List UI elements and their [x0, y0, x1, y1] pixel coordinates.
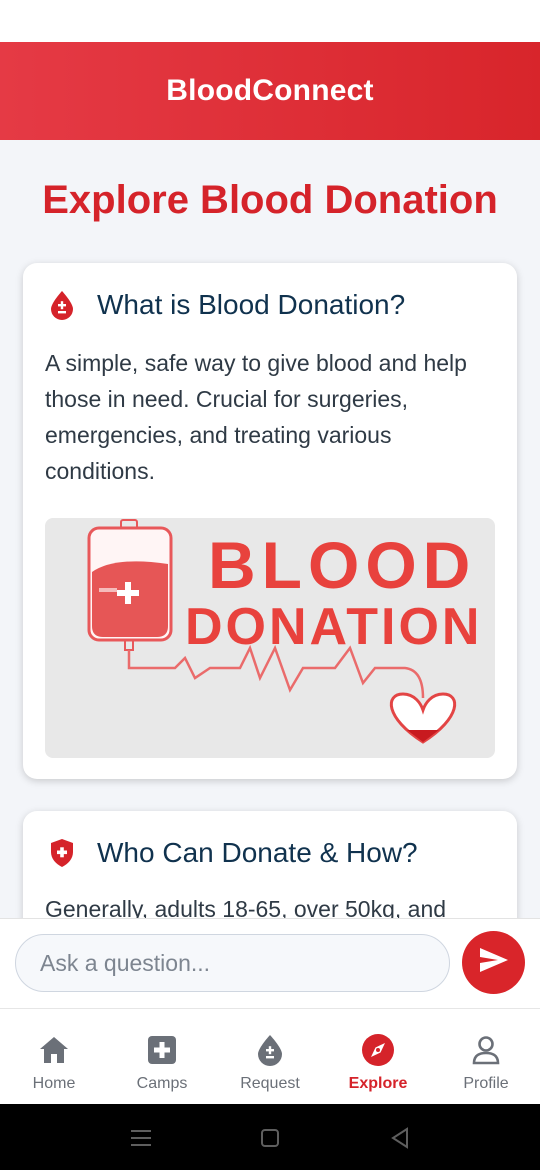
bottom-nav: Home Camps Request Explore Profile [0, 1008, 540, 1104]
card-title: What is Blood Donation? [97, 289, 406, 320]
nav-label: Explore [348, 1075, 408, 1092]
nav-label: Home [32, 1075, 76, 1092]
back-icon[interactable] [388, 1126, 412, 1150]
info-card-what-is: What is Blood Donation? A simple, safe w… [23, 263, 517, 779]
nav-item-home[interactable]: Home [0, 1009, 108, 1105]
illustration-text-blood: BLOOD [208, 528, 476, 602]
send-icon [478, 946, 510, 979]
compass-icon [361, 1033, 395, 1067]
blood-drop-icon [253, 1033, 287, 1067]
plus-square-icon [145, 1033, 179, 1067]
app-header: BloodConnect [0, 42, 540, 140]
card-text: A simple, safe way to give blood and hel… [45, 350, 467, 484]
nav-item-request[interactable]: Request [216, 1009, 324, 1105]
info-card-who-can-donate: Who Can Donate & How? Generally, adults … [23, 811, 517, 918]
question-input[interactable] [15, 934, 450, 992]
send-button[interactable] [462, 931, 525, 994]
nav-label: Request [240, 1075, 300, 1092]
illustration-text-donation: DONATION [185, 598, 482, 656]
app-title: BloodConnect [166, 74, 374, 107]
chat-bar [0, 918, 540, 1008]
home-icon [37, 1033, 71, 1067]
card-header: Who Can Donate & How? [47, 837, 418, 869]
system-nav-bar [0, 1104, 540, 1170]
menu-icon[interactable] [129, 1126, 153, 1150]
home-button-icon[interactable] [258, 1126, 282, 1150]
blood-donation-illustration: BLOOD DONATION [45, 518, 495, 758]
card-title: Who Can Donate & How? [97, 837, 418, 868]
status-bar [0, 0, 540, 42]
nav-item-camps[interactable]: Camps [108, 1009, 216, 1105]
content-scroll-area[interactable]: Explore Blood Donation What is Blood Don… [0, 140, 540, 918]
user-icon [469, 1033, 503, 1067]
nav-item-explore[interactable]: Explore [324, 1009, 432, 1105]
page-title: Explore Blood Donation [42, 178, 498, 222]
nav-item-profile[interactable]: Profile [432, 1009, 540, 1105]
card-text: Generally, adults 18-65, over 50kg, and [45, 896, 447, 918]
shield-cross-icon [47, 838, 77, 868]
nav-label: Profile [463, 1075, 509, 1092]
blood-drop-icon [47, 290, 77, 320]
nav-label: Camps [136, 1075, 188, 1092]
card-header: What is Blood Donation? [47, 289, 405, 321]
